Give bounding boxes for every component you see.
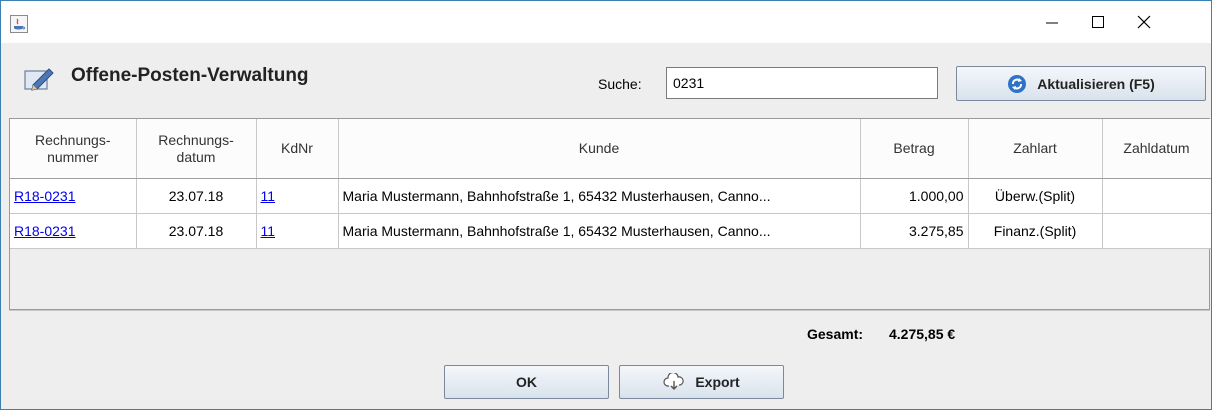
- total-value: 4.275,85 €: [889, 326, 956, 342]
- customer-cell: Maria Mustermann, Bahnhofstraße 1, 65432…: [338, 213, 861, 249]
- column-header-kunde[interactable]: Kunde: [338, 119, 861, 179]
- customer-number-link[interactable]: 11: [261, 188, 276, 204]
- table-row[interactable]: R18-0231 23.07.18 11 Maria Mustermann, B…: [10, 213, 1211, 249]
- java-app-icon: [10, 15, 28, 33]
- refresh-button-label: Aktualisieren (F5): [1037, 75, 1155, 92]
- edit-document-icon: [23, 65, 57, 96]
- maximize-button[interactable]: [1075, 1, 1121, 43]
- refresh-button[interactable]: Aktualisieren (F5): [956, 66, 1206, 101]
- invoice-date-cell: 23.07.18: [136, 213, 257, 249]
- customer-number-link[interactable]: 11: [261, 223, 276, 239]
- column-header-zahlart[interactable]: Zahlart: [968, 119, 1103, 179]
- amount-cell: 3.275,85: [860, 213, 969, 249]
- minimize-button[interactable]: [1029, 1, 1075, 43]
- close-button[interactable]: [1121, 1, 1167, 43]
- application-window: Offene-Posten-Verwaltung Suche: Aktualis…: [0, 0, 1212, 410]
- payment-date-cell: [1102, 178, 1211, 214]
- total-label: Gesamt:: [807, 326, 864, 342]
- table-row[interactable]: R18-0231 23.07.18 11 Maria Mustermann, B…: [10, 178, 1211, 214]
- cloud-download-icon: [663, 373, 685, 390]
- open-items-table: Rechnungs- nummer Rechnungs- datum KdNr …: [9, 118, 1211, 310]
- invoice-number-link[interactable]: R18-0231: [14, 188, 76, 204]
- close-icon: [1137, 15, 1151, 29]
- title-bar: [1, 1, 1211, 43]
- minimize-icon: [1046, 22, 1058, 24]
- amount-cell: 1.000,00: [860, 178, 969, 214]
- column-header-rechnungsdatum[interactable]: Rechnungs- datum: [136, 119, 257, 179]
- invoice-date-cell: 23.07.18: [136, 178, 257, 214]
- search-input[interactable]: [666, 67, 938, 99]
- payment-method-cell: Überw.(Split): [968, 178, 1103, 214]
- divider: [9, 310, 1210, 311]
- customer-cell: Maria Mustermann, Bahnhofstraße 1, 65432…: [338, 178, 861, 214]
- export-button[interactable]: Export: [619, 365, 784, 399]
- table-header-row: Rechnungs- nummer Rechnungs- datum KdNr …: [10, 119, 1211, 179]
- payment-method-cell: Finanz.(Split): [968, 213, 1103, 249]
- column-header-rechnungsnummer[interactable]: Rechnungs- nummer: [10, 119, 137, 179]
- page-title: Offene-Posten-Verwaltung: [71, 65, 309, 86]
- payment-date-cell: [1102, 213, 1211, 249]
- refresh-icon: [1008, 74, 1027, 93]
- column-header-kdnr[interactable]: KdNr: [256, 119, 339, 179]
- column-header-zahldatum[interactable]: Zahldatum: [1102, 119, 1211, 179]
- column-header-betrag[interactable]: Betrag: [860, 119, 969, 179]
- search-label: Suche:: [598, 76, 642, 92]
- ok-button[interactable]: OK: [444, 365, 609, 399]
- invoice-number-link[interactable]: R18-0231: [14, 223, 76, 239]
- export-button-label: Export: [695, 374, 740, 390]
- maximize-icon: [1092, 16, 1104, 28]
- ok-button-label: OK: [516, 374, 537, 390]
